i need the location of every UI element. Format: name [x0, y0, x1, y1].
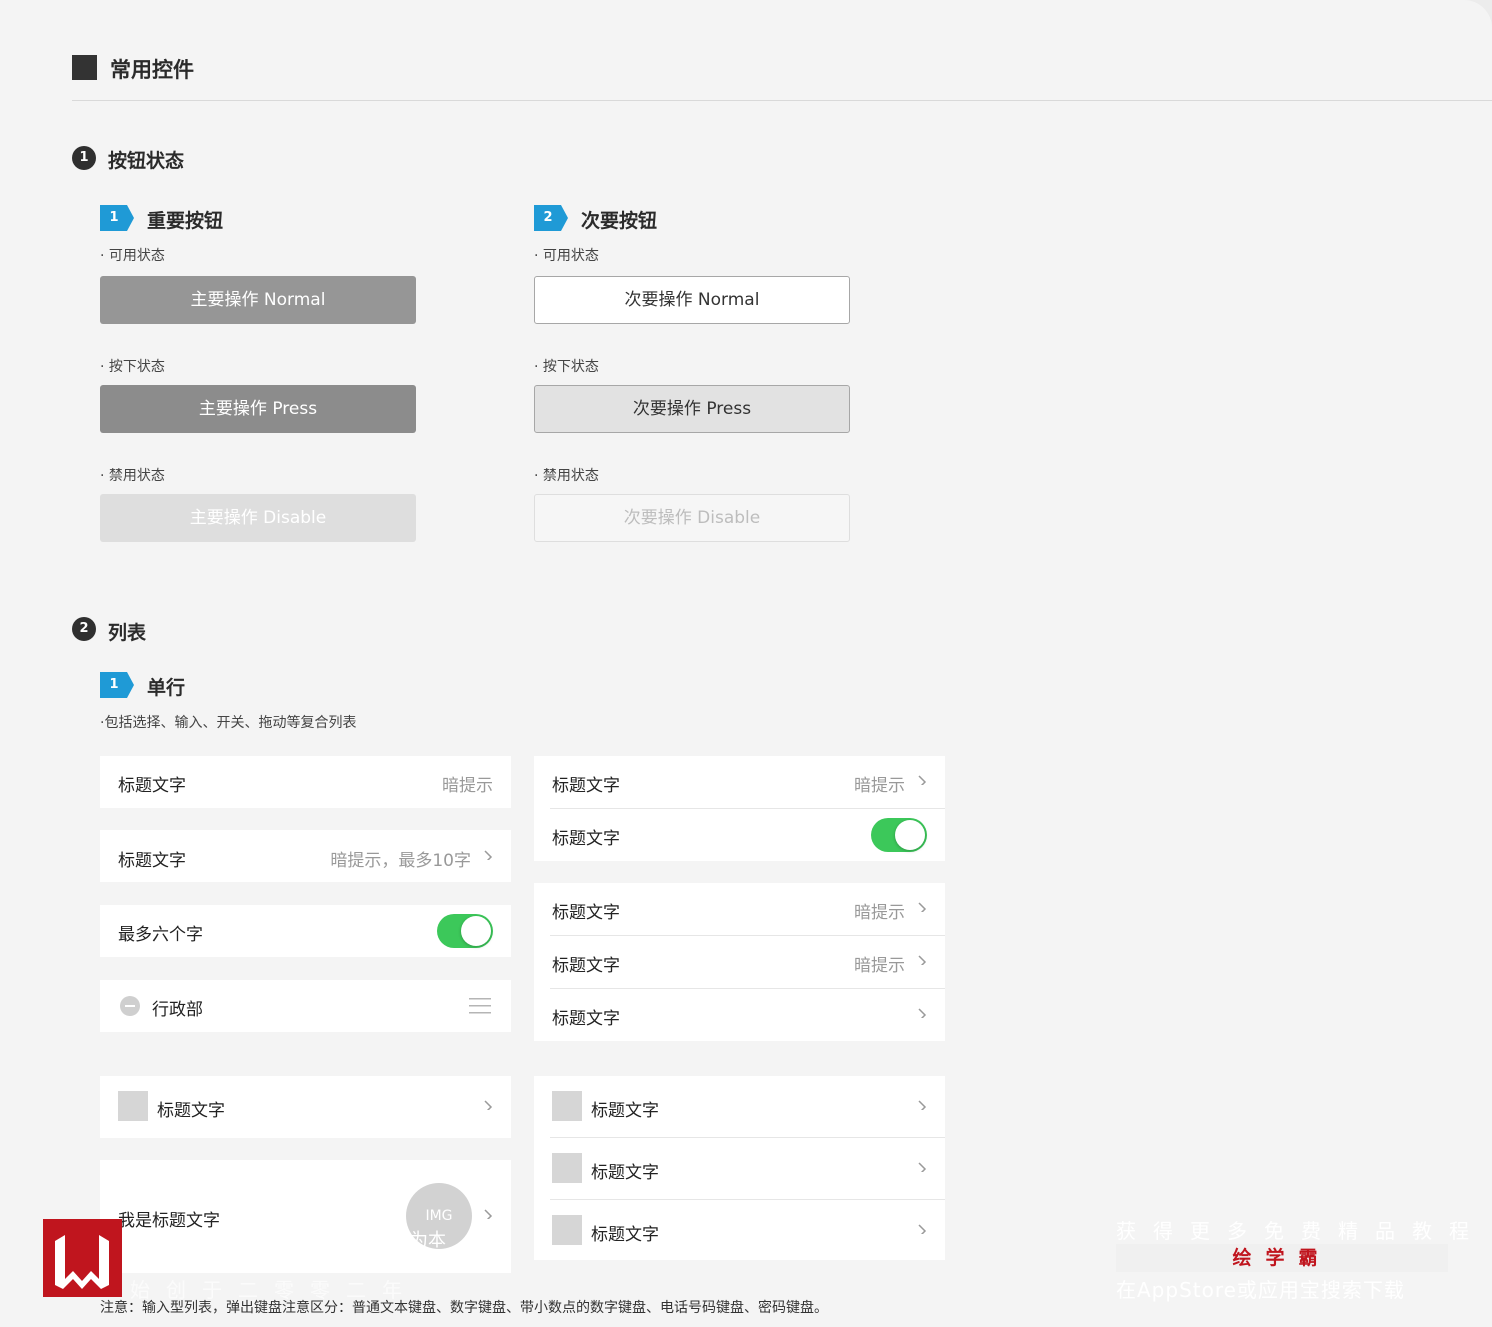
watermark-text: 始创于二零零二年 [130, 1278, 418, 1302]
secondary-button-disabled: 次要操作 Disable [534, 494, 850, 542]
list-item-title[interactable]: 标题文字 [552, 898, 620, 923]
thumbnail-placeholder [552, 1215, 582, 1245]
state-caption: · 可用状态 [534, 248, 599, 264]
primary-button-normal[interactable]: 主要操作 Normal [100, 276, 416, 324]
watermark-slogan: 获得更多免费精品教程 [1116, 1219, 1486, 1243]
secondary-button-press[interactable]: 次要操作 Press [534, 385, 850, 433]
list-item-hint: 暗提示 [854, 903, 905, 923]
primary-button-press[interactable]: 主要操作 Press [100, 385, 416, 433]
list-item[interactable]: 最多六个字 [100, 905, 511, 957]
list-item-title[interactable]: 标题文字 [552, 1004, 620, 1029]
chevron-right-icon [484, 850, 493, 860]
section-title: 按钮状态 [108, 150, 185, 172]
subsection-title: 重要按钮 [147, 210, 224, 232]
chevron-right-icon [918, 1100, 927, 1110]
list-item[interactable]: 标题文字 [100, 1076, 511, 1138]
section-number-badge: 2 [72, 617, 96, 641]
list-group: 标题文字 暗提示 标题文字 暗提示 标题文字 [534, 883, 945, 1041]
list-item-hint: 暗提示 [854, 956, 905, 976]
toggle-knob [895, 820, 925, 850]
row-divider [550, 935, 945, 936]
state-caption: · 禁用状态 [100, 468, 165, 484]
subsection-badge-icon: 2 [534, 205, 568, 231]
list-item-hint: 暗提示 [442, 776, 493, 796]
state-caption: · 可用状态 [100, 248, 165, 264]
chevron-right-icon [918, 1162, 927, 1172]
list-item-title: 最多六个字 [118, 925, 203, 945]
page-canvas: 常用控件 1 按钮状态 1 重要按钮 · 可用状态 主要操作 Normal · … [0, 0, 1492, 1327]
state-caption: · 按下状态 [534, 359, 599, 375]
thumbnail-placeholder [552, 1153, 582, 1183]
subsection-badge-icon: 1 [100, 205, 134, 231]
row-divider [550, 988, 945, 989]
chevron-right-icon [918, 1224, 927, 1234]
toggle-switch[interactable] [871, 818, 927, 852]
chevron-right-icon [918, 902, 927, 912]
list-item-title[interactable]: 标题文字 [552, 824, 620, 849]
secondary-button-normal[interactable]: 次要操作 Normal [534, 276, 850, 324]
header-divider [72, 100, 1492, 101]
thumbnail-placeholder [552, 1091, 582, 1121]
list-group: 标题文字 标题文字 标题文字 [534, 1076, 945, 1260]
section-title: 列表 [108, 622, 147, 644]
header-square-icon [72, 55, 97, 80]
subsection-title: 次要按钮 [581, 210, 658, 232]
minus-circle-icon[interactable] [120, 996, 140, 1016]
list-item-hint: 暗提示 [854, 776, 905, 796]
row-divider [550, 808, 945, 809]
row-divider [550, 1199, 945, 1200]
list-item[interactable]: 我是标题文字 IMG [100, 1160, 511, 1273]
toggle-knob [461, 916, 491, 946]
list-item-title: 标题文字 [157, 1101, 225, 1121]
list-item-title: 标题文字 [118, 851, 186, 871]
watermark-download-text: 在AppStore或应用宝搜索下载 [1116, 1278, 1405, 1302]
list-group: 标题文字 暗提示 标题文字 [534, 756, 945, 861]
list-item-title[interactable]: 标题文字 [552, 771, 620, 796]
state-caption: · 按下状态 [100, 359, 165, 375]
list-item[interactable]: 行政部 [100, 980, 511, 1032]
list-item[interactable]: 标题文字 暗提示 [100, 756, 511, 808]
watermark-text: 为本 [410, 1230, 446, 1251]
thumbnail-placeholder [118, 1091, 148, 1121]
chevron-right-icon [918, 1008, 927, 1018]
list-item-title: 我是标题文字 [118, 1211, 220, 1231]
chevron-right-icon [484, 1209, 493, 1219]
list-item-title[interactable]: 标题文字 [591, 1220, 659, 1245]
chevron-right-icon [484, 1100, 493, 1110]
list-caption: ·包括选择、输入、开关、拖动等复合列表 [100, 715, 357, 731]
chevron-right-icon [918, 775, 927, 785]
list-item-title: 行政部 [152, 1000, 203, 1020]
primary-button-disabled: 主要操作 Disable [100, 494, 416, 542]
row-divider [550, 1137, 945, 1138]
chevron-right-icon [918, 955, 927, 965]
toggle-switch[interactable] [437, 914, 493, 948]
page-title: 常用控件 [110, 58, 194, 82]
section-number-badge: 1 [72, 146, 96, 170]
list-item-title: 标题文字 [118, 776, 186, 796]
subsection-title: 单行 [147, 677, 186, 699]
list-item-title[interactable]: 标题文字 [552, 951, 620, 976]
list-item-title[interactable]: 标题文字 [591, 1096, 659, 1121]
drag-handle-icon[interactable] [469, 996, 491, 1016]
watermark-brand: 绘学霸 [1116, 1244, 1448, 1272]
brand-logo-icon [43, 1219, 122, 1297]
list-item[interactable]: 标题文字 暗提示，最多10字 [100, 830, 511, 882]
list-item-title[interactable]: 标题文字 [591, 1158, 659, 1183]
list-item-hint: 暗提示，最多10字 [330, 851, 471, 871]
subsection-badge-icon: 1 [100, 672, 134, 698]
state-caption: · 禁用状态 [534, 468, 599, 484]
